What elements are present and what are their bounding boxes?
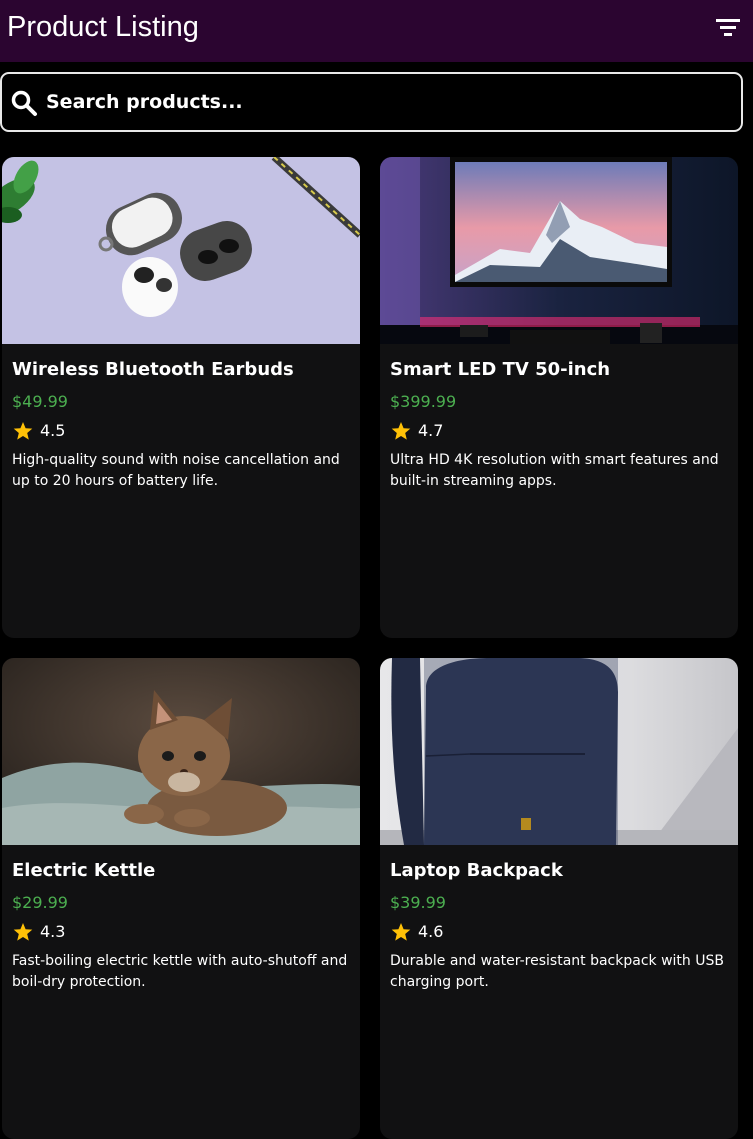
product-image-earbuds	[2, 157, 360, 344]
product-card[interactable]: Electric Kettle $29.99 4.3 Fast-boiling …	[2, 658, 360, 1139]
product-price: $49.99	[12, 392, 68, 411]
product-description: High-quality sound with noise cancellati…	[12, 452, 340, 489]
app-bar: Product Listing	[0, 0, 753, 62]
star-icon	[13, 422, 33, 440]
rating-value: 4.3	[40, 922, 66, 941]
product-image-tv	[380, 157, 738, 344]
search-input[interactable]	[46, 84, 726, 120]
product-rating: 4.3	[12, 920, 65, 944]
filter-button[interactable]	[712, 14, 744, 42]
product-image-backpack	[380, 658, 738, 845]
star-icon	[391, 923, 411, 941]
product-card[interactable]: Smart LED TV 50-inch $399.99 4.7 Ultra H…	[380, 157, 738, 638]
product-name: Wireless Bluetooth Earbuds	[12, 359, 294, 380]
product-description: Durable and water-resistant backpack wit…	[390, 953, 724, 990]
product-price: $39.99	[390, 893, 446, 912]
product-name: Smart LED TV 50-inch	[390, 359, 611, 380]
star-icon	[13, 923, 33, 941]
product-description: Ultra HD 4K resolution with smart featur…	[390, 452, 719, 489]
product-rating: 4.5	[12, 419, 65, 443]
star-icon	[391, 422, 411, 440]
product-card[interactable]: Laptop Backpack $39.99 4.6 Durable and w…	[380, 658, 738, 1139]
product-description: Fast-boiling electric kettle with auto-s…	[12, 953, 348, 990]
rating-value: 4.7	[418, 421, 444, 440]
page-title: Product Listing	[7, 11, 199, 43]
product-price: $29.99	[12, 893, 68, 912]
rating-value: 4.5	[40, 421, 66, 440]
product-rating: 4.7	[390, 419, 443, 443]
filter-list-icon	[716, 19, 740, 36]
product-rating: 4.6	[390, 920, 443, 944]
rating-value: 4.6	[418, 922, 444, 941]
product-price: $399.99	[390, 392, 457, 411]
search-bar	[0, 72, 743, 132]
product-card[interactable]: Wireless Bluetooth Earbuds $49.99 4.5 Hi…	[2, 157, 360, 638]
search-icon	[11, 90, 37, 116]
product-image-kettle	[2, 658, 360, 845]
product-name: Laptop Backpack	[390, 860, 563, 881]
product-name: Electric Kettle	[12, 860, 156, 881]
